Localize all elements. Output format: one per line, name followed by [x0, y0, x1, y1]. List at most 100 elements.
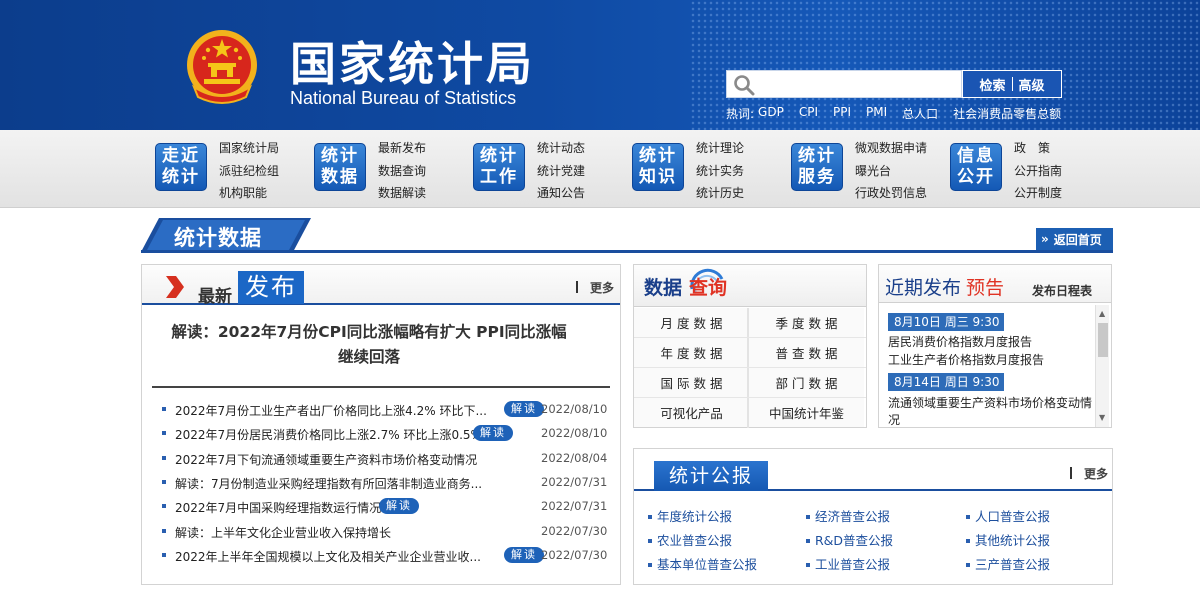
nav-link[interactable]: 机构职能 [219, 182, 279, 205]
release-item[interactable]: 流通领域重要生产资料市场价格变动情 [888, 395, 1092, 412]
query-monthly[interactable]: 月 度 数 据 [634, 308, 749, 337]
scroll-up-icon[interactable]: ▲ [1099, 309, 1105, 318]
bulletin-link[interactable]: 农业普查公报 [648, 530, 732, 549]
query-department[interactable]: 部 门 数 据 [749, 368, 864, 397]
bulletin-link[interactable]: 其他统计公报 [966, 530, 1050, 549]
back-home-button[interactable]: » 返回首页 [1036, 228, 1113, 250]
nav-link[interactable]: 数据查询 [378, 160, 426, 183]
hot-words: 热词: GDP CPI PPI PMI 总人口 社会消费品零售总额 [726, 105, 1076, 122]
double-chevron-right-icon: » [1041, 232, 1049, 246]
release-item-continued[interactable]: 况 [888, 412, 900, 429]
hot-word-link[interactable]: PPI [833, 105, 851, 122]
advanced-search-button[interactable]: 高级 [1013, 75, 1051, 94]
nav-link[interactable]: 统计党建 [537, 160, 585, 183]
news-link[interactable]: 解读：上半年文化企业营业收入保持增长 [175, 524, 391, 541]
nav-link[interactable]: 统计历史 [696, 182, 744, 205]
nav-link[interactable]: 统计实务 [696, 160, 744, 183]
bullet-icon [162, 407, 166, 411]
data-query-panel: 数据 查询 月 度 数 据 季 度 数 据 年 度 数 据 普 查 数 据 国 … [633, 264, 867, 428]
news-date: 2022/08/04 [541, 450, 608, 465]
nav-badge[interactable]: 信息 公开 [950, 143, 1002, 191]
hot-word-link[interactable]: GDP [758, 105, 784, 122]
news-row[interactable]: 解读：7月份制造业采购经理指数有所回落非制造业商务... 2022/07/31 [162, 471, 607, 495]
query-grid-divider [634, 337, 866, 338]
headline-link[interactable]: 解读：2022年7月份CPI同比涨幅略有扩大 PPI同比涨幅继续回落 [164, 320, 574, 370]
news-row[interactable]: 2022年上半年全国规模以上文化及相关产业企业营业收... 解读 2022/07/3… [162, 544, 607, 568]
news-date: 2022/07/31 [541, 474, 608, 489]
interpretation-badge[interactable]: 解读 [379, 498, 419, 515]
news-row[interactable]: 解读：上半年文化企业营业收入保持增长 2022/07/30 [162, 520, 607, 544]
bulletin-link[interactable]: 经济普查公报 [806, 506, 890, 525]
news-row[interactable]: 2022年7月份工业生产者出厂价格同比上涨4.2% 环比下... 解读 2022/0… [162, 398, 607, 422]
nav-link[interactable]: 数据解读 [378, 182, 426, 205]
release-item[interactable]: 居民消费价格指数月度报告 [888, 334, 1032, 351]
bulletin-link[interactable]: 工业普查公报 [806, 554, 890, 573]
nav-link[interactable]: 微观数据申请 [855, 137, 927, 160]
section-rule [141, 250, 1113, 253]
scroll-down-icon[interactable]: ▼ [1099, 413, 1105, 422]
news-link[interactable]: 2022年7月份工业生产者出厂价格同比上涨4.2% 环比下... [175, 402, 487, 419]
news-more-link[interactable]: 更多 [576, 279, 614, 296]
query-international[interactable]: 国 际 数 据 [634, 368, 749, 397]
nav-badge[interactable]: 统计 数据 [314, 143, 366, 191]
interpretation-badge[interactable]: 解读 [473, 425, 513, 442]
interpretation-badge[interactable]: 解读 [504, 546, 544, 563]
nav-link[interactable]: 曝光台 [855, 160, 927, 183]
scrollbar-thumb[interactable] [1098, 323, 1108, 357]
news-link[interactable]: 解读：7月份制造业采购经理指数有所回落非制造业商务... [175, 475, 482, 492]
nav-badge[interactable]: 统计 工作 [473, 143, 525, 191]
hot-word-link[interactable]: 社会消费品零售总额 [953, 105, 1061, 122]
nav-link[interactable]: 通知公告 [537, 182, 585, 205]
nav-link[interactable]: 公开制度 [1014, 182, 1062, 205]
search-button[interactable]: 检索 [973, 75, 1011, 94]
bulletin-link[interactable]: 基本单位普查公报 [648, 554, 757, 573]
news-date: 2022/07/30 [541, 547, 608, 562]
release-preview-panel: 近期发布 预告 发布日程表 8月10日 周三 9:30 居民消费价格指数月度报告… [878, 264, 1112, 428]
release-item[interactable]: 工业生产者价格指数月度报告 [888, 352, 1044, 369]
hot-word-link[interactable]: PMI [866, 105, 887, 122]
nav-link[interactable]: 公开指南 [1014, 160, 1062, 183]
bulletin-link[interactable]: R&D普查公报 [806, 530, 893, 549]
nav-link[interactable]: 国家统计局 [219, 137, 279, 160]
chevron-right-icon [166, 276, 184, 298]
hot-word-link[interactable]: 总人口 [902, 105, 938, 122]
news-row[interactable]: 2022年7月份居民消费价格同比上涨2.7% 环比上涨0.5% 解读 2022/08… [162, 422, 607, 446]
latest-release-panel: 最新 发布 更多 解读：2022年7月份CPI同比涨幅略有扩大 PPI同比涨幅继… [141, 264, 621, 585]
release-date-badge: 8月14日 周日 9:30 [888, 373, 1004, 391]
national-emblem-icon[interactable] [184, 27, 260, 107]
release-calendar-link[interactable]: 发布日程表 [1032, 282, 1092, 299]
query-yearbook[interactable]: 中国统计年鉴 [749, 398, 864, 427]
nav-link[interactable]: 派驻纪检组 [219, 160, 279, 183]
news-date: 2022/07/30 [541, 523, 608, 538]
nav-link[interactable]: 统计动态 [537, 137, 585, 160]
news-row[interactable]: 2022年7月中国采购经理指数运行情况 解读 2022/07/31 [162, 495, 607, 519]
bulletin-link[interactable]: 三产普查公报 [966, 554, 1050, 573]
news-link[interactable]: 2022年7月份居民消费价格同比上涨2.7% 环比上涨0.5% [175, 426, 482, 443]
nav-link[interactable]: 最新发布 [378, 137, 426, 160]
news-link[interactable]: 2022年上半年全国规模以上文化及相关产业企业营业收... [175, 548, 481, 565]
nav-badge[interactable]: 统计 知识 [632, 143, 684, 191]
release-preview-scrollbar[interactable]: ▲ ▼ [1095, 305, 1109, 427]
search-input[interactable] [759, 73, 959, 95]
query-census[interactable]: 普 查 数 据 [749, 338, 864, 367]
nav-badge[interactable]: 统计 服务 [791, 143, 843, 191]
bullet-icon [162, 431, 166, 436]
query-quarterly[interactable]: 季 度 数 据 [749, 308, 864, 337]
bullet-icon [162, 479, 166, 484]
nav-link[interactable]: 统计理论 [696, 137, 744, 160]
query-annual[interactable]: 年 度 数 据 [634, 338, 749, 367]
bulletin-more-link[interactable]: 更多 [1070, 465, 1108, 482]
bulletin-link[interactable]: 年度统计公报 [648, 506, 732, 525]
bulletin-link[interactable]: 人口普查公报 [966, 506, 1050, 525]
news-row[interactable]: 2022年7月下旬流通领域重要生产资料市场价格变动情况 2022/08/04 [162, 447, 607, 471]
interpretation-badge[interactable]: 解读 [504, 401, 544, 417]
nav-link[interactable]: 政 策 [1014, 137, 1062, 160]
query-grid-divider [747, 308, 749, 428]
news-link[interactable]: 2022年7月下旬流通领域重要生产资料市场价格变动情况 [175, 451, 477, 468]
nav-link[interactable]: 行政处罚信息 [855, 182, 927, 205]
query-visualization[interactable]: 可视化产品 [634, 398, 749, 427]
news-date: 2022/08/10 [541, 426, 608, 441]
nav-badge[interactable]: 走近 统计 [155, 143, 207, 191]
hot-word-link[interactable]: CPI [799, 105, 818, 122]
news-link[interactable]: 2022年7月中国采购经理指数运行情况 [175, 499, 381, 516]
